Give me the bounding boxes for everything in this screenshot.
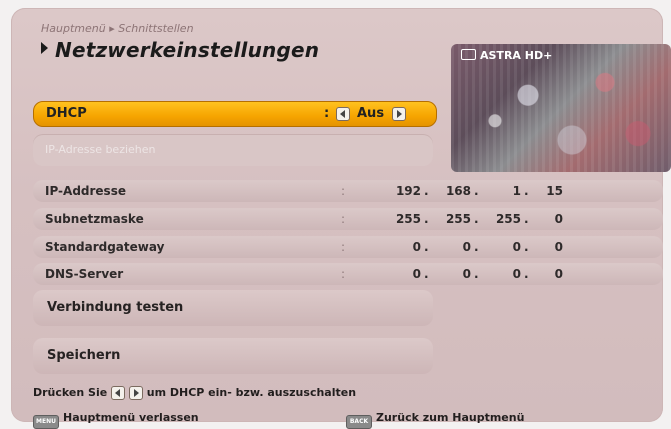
menu-panel: Hauptmenü ▸ Schnittstellen Netzwerkeinst… (11, 8, 671, 429)
breadcrumb: Hauptmenü ▸ Schnittstellen (41, 22, 194, 35)
network-row[interactable]: IP-Addresse:192. 168. 1. 15 (33, 180, 663, 202)
hint-right-arrow-icon (128, 386, 143, 400)
dhcp-right-arrow-icon[interactable] (392, 107, 406, 121)
network-row-label: DNS-Server (45, 267, 124, 281)
back-key-icon: BACK (346, 415, 372, 429)
octet-value: 0 (512, 240, 521, 254)
obtain-ip-label: IP-Adresse beziehen (45, 143, 156, 156)
network-row[interactable]: Subnetzmaske:255. 255. 255. 0 (33, 208, 663, 230)
network-row-label: IP-Addresse (45, 184, 126, 198)
menu-key-icon: MENU (33, 415, 59, 429)
test-connection-button[interactable]: Verbindung testen (33, 290, 433, 326)
preview-image (451, 44, 671, 172)
octet-value: 192 (395, 184, 421, 198)
save-button[interactable]: Speichern (33, 338, 433, 374)
octet-value: 255 (395, 212, 421, 226)
network-row-colon: : (341, 267, 346, 281)
octet-value: 0 (412, 240, 421, 254)
network-row[interactable]: DNS-Server:0. 0. 0. 0 (33, 263, 663, 285)
footer-exit-label: Hauptmenü verlassen (63, 411, 199, 424)
octet-value: 0 (462, 267, 471, 281)
dhcp-colon: : (324, 106, 330, 121)
dhcp-value: Aus (357, 106, 385, 121)
dhcp-hint: Drücken Sie um DHCP ein- bzw. auszuschal… (33, 386, 357, 400)
live-tv-preview: ASTRA HD+ (451, 44, 671, 172)
network-row[interactable]: Standardgateway:0. 0. 0. 0 (33, 236, 663, 258)
octet-value: 0 (512, 267, 521, 281)
octet-value: 168 (445, 184, 471, 198)
network-row-colon: : (341, 184, 346, 198)
octet-value: 255 (445, 212, 471, 226)
footer-back-label: Zurück zum Hauptmenü (376, 411, 525, 424)
screen: Hauptmenü ▸ Schnittstellen Netzwerkeinst… (0, 0, 671, 429)
network-row-colon: : (341, 240, 346, 254)
dhcp-selector[interactable]: DHCP : Aus (33, 101, 437, 127)
octet-value: 0 (554, 212, 563, 226)
preview-channel-name: ASTRA HD+ (480, 49, 553, 62)
test-connection-label: Verbindung testen (47, 300, 184, 315)
octet-value: 0 (554, 240, 563, 254)
octet-value: 1 (512, 184, 521, 198)
network-row-label: Subnetzmaske (45, 212, 144, 226)
hint-left-arrow-icon (111, 386, 126, 400)
hint-post: um DHCP ein- bzw. auszuschalten (146, 386, 357, 399)
tv-icon (461, 49, 476, 60)
octet-value: 0 (412, 267, 421, 281)
footer-back[interactable]: BACK Zurück zum Hauptmenü (346, 411, 524, 429)
preview-channel: ASTRA HD+ (461, 49, 552, 62)
footer-exit[interactable]: MENU Hauptmenü verlassen (33, 411, 199, 429)
save-label: Speichern (47, 348, 121, 363)
obtain-ip-button[interactable]: IP-Adresse beziehen (33, 134, 433, 166)
octet-value: 0 (462, 240, 471, 254)
octet-value: 0 (554, 267, 563, 281)
dhcp-label: DHCP (46, 106, 87, 121)
dhcp-left-arrow-icon[interactable] (336, 107, 350, 121)
network-row-colon: : (341, 212, 346, 226)
page-title: Netzwerkeinstellungen (41, 38, 319, 62)
title-arrow-icon (41, 42, 48, 54)
page-title-text: Netzwerkeinstellungen (55, 38, 320, 62)
octet-value: 15 (546, 184, 563, 198)
hint-pre: Drücken Sie (33, 386, 108, 399)
octet-value: 255 (495, 212, 521, 226)
network-row-label: Standardgateway (45, 240, 165, 254)
